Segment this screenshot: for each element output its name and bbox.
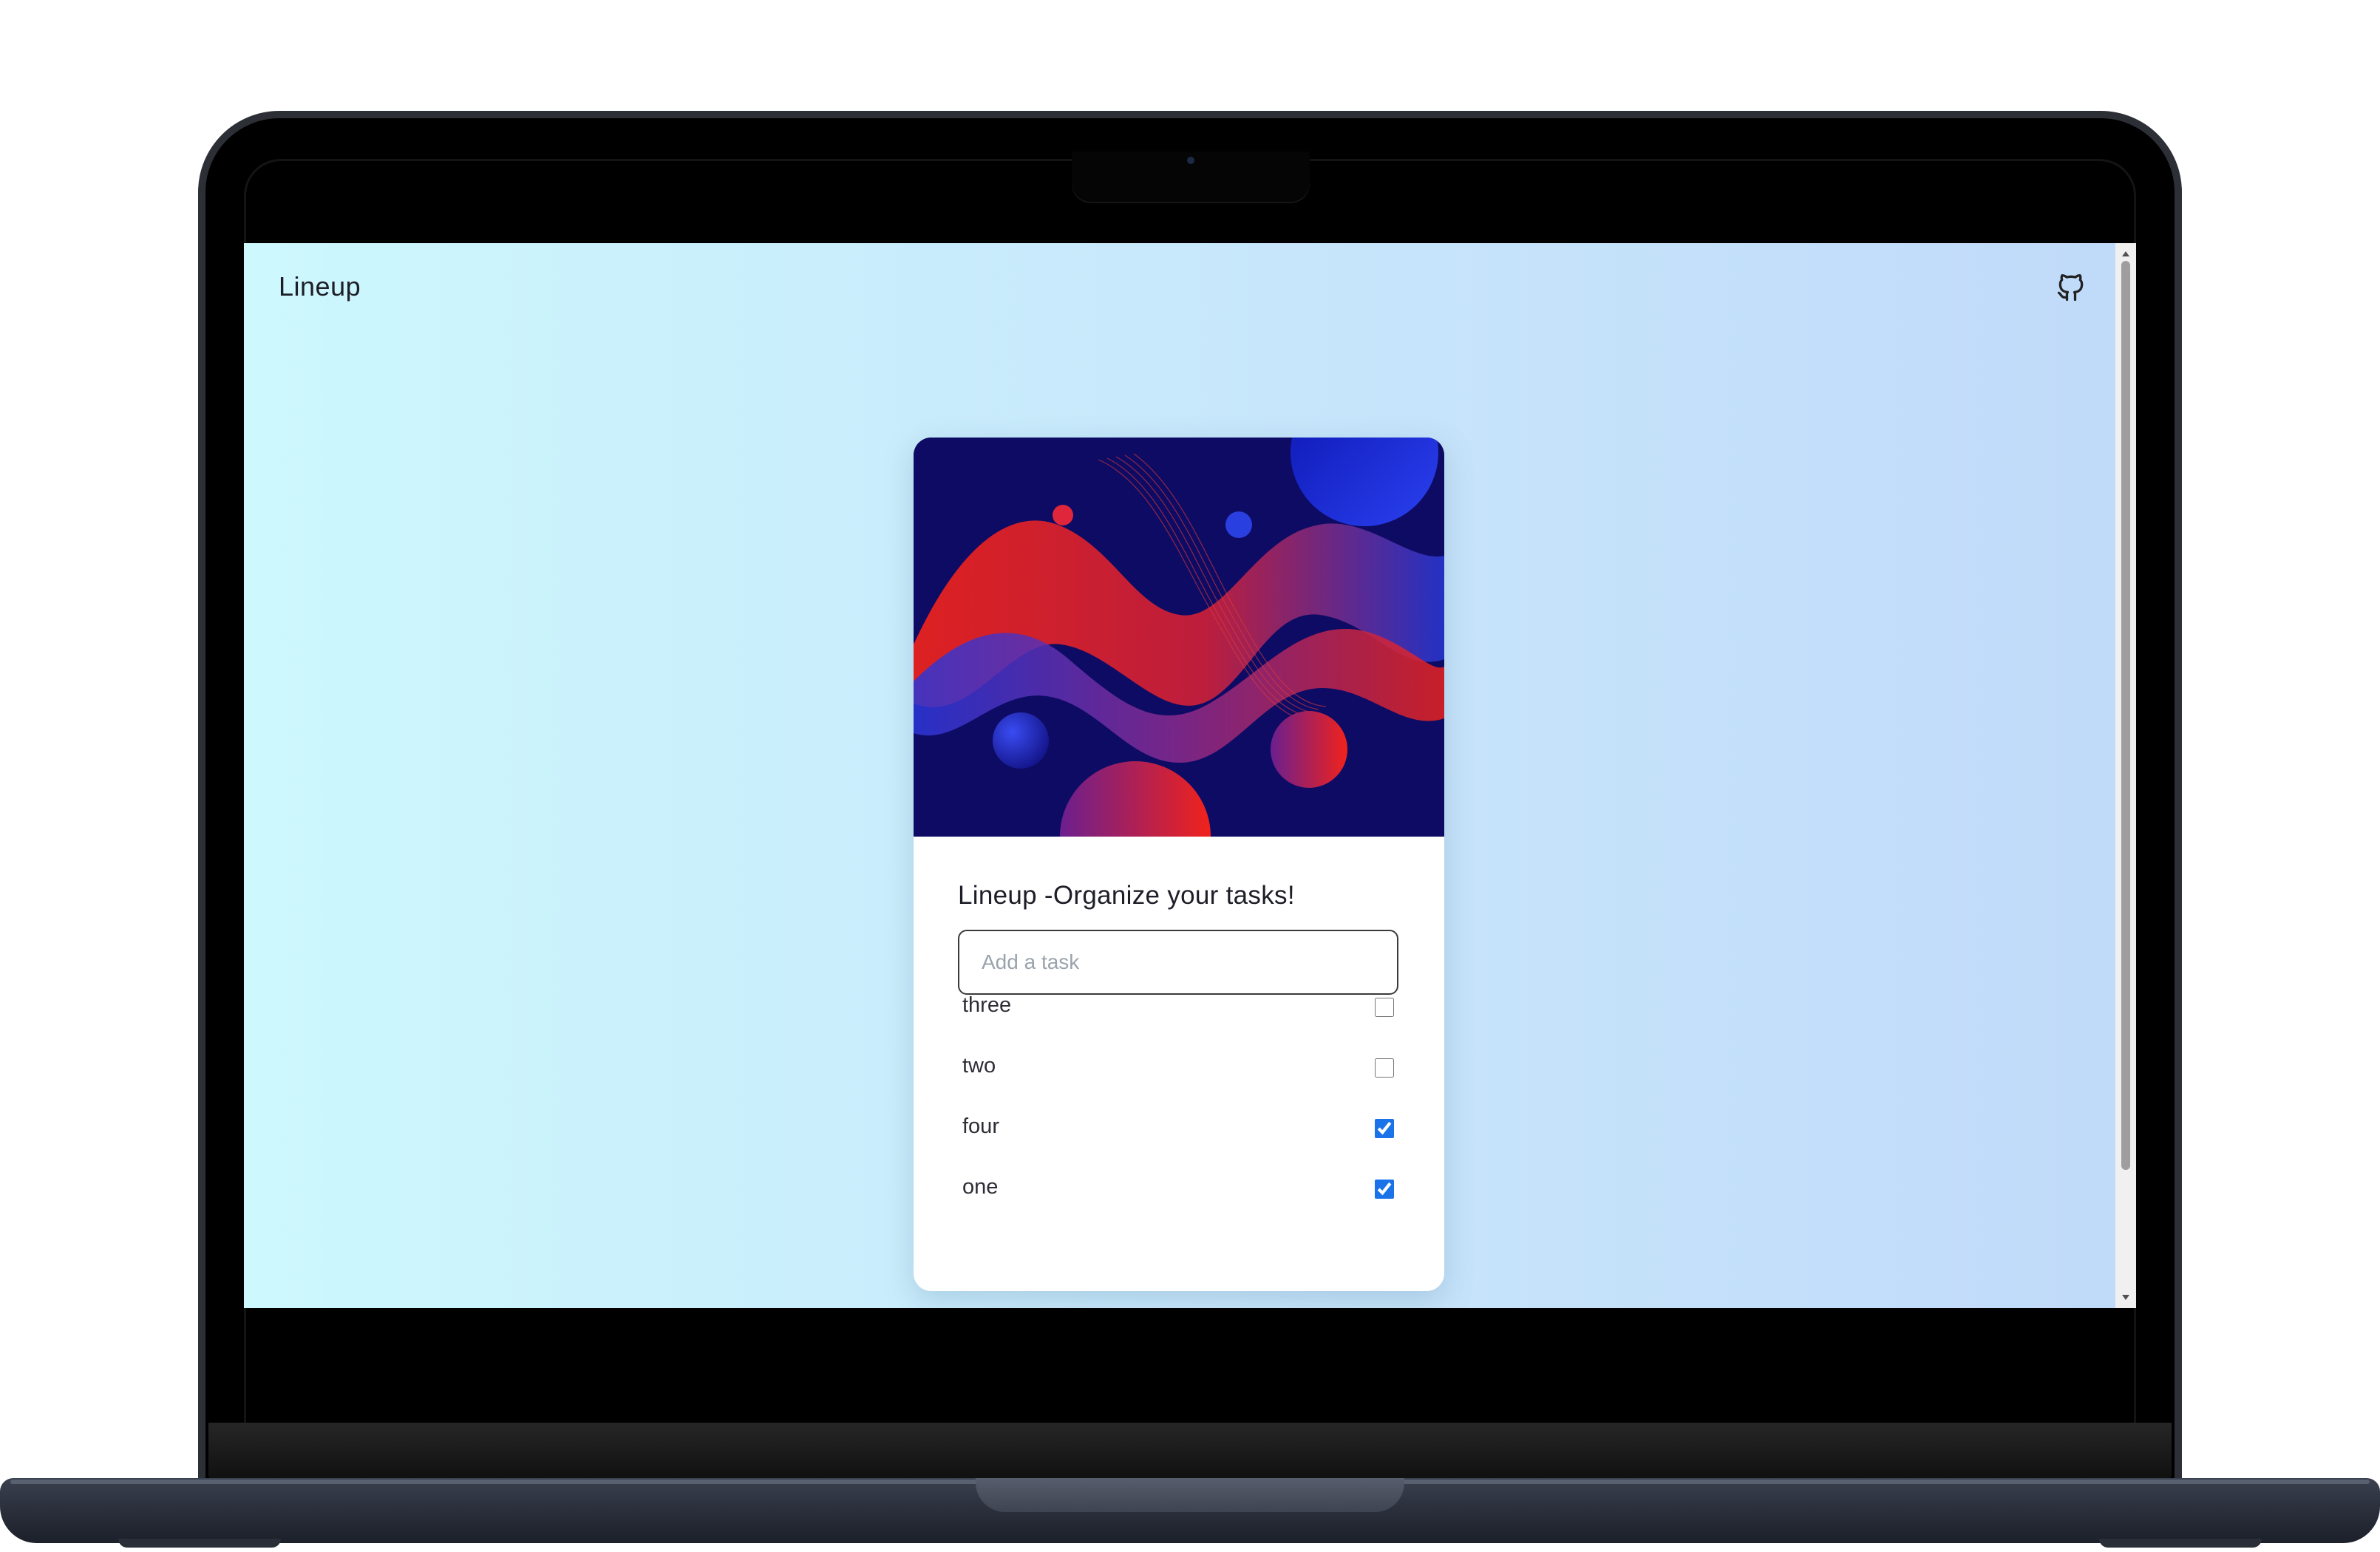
task-item: three <box>962 986 1398 1030</box>
scroll-up-arrow-icon[interactable] <box>2115 248 2136 261</box>
task-checkbox[interactable] <box>1375 998 1394 1017</box>
laptop-opening-notch <box>976 1478 1404 1512</box>
app-screen: Lineup Lineup -Organize your tasks! Add … <box>244 243 2136 1308</box>
task-item: four <box>962 1107 1398 1151</box>
laptop-foot-left <box>118 1539 281 1548</box>
card-heading: Lineup -Organize your tasks! <box>958 881 1295 910</box>
task-item: one <box>962 1168 1398 1212</box>
task-checkbox[interactable] <box>1375 1058 1394 1078</box>
abstract-wave-artwork <box>914 438 1444 837</box>
laptop-foot-right <box>2099 1539 2262 1548</box>
task-label: three <box>962 993 1012 1017</box>
task-checkbox[interactable] <box>1375 1119 1394 1138</box>
scroll-down-arrow-icon[interactable] <box>2115 1290 2136 1304</box>
vertical-scrollbar[interactable] <box>2115 243 2136 1308</box>
scrollbar-thumb[interactable] <box>2121 261 2130 1170</box>
task-item: two <box>962 1046 1398 1091</box>
task-checkbox[interactable] <box>1375 1180 1394 1199</box>
github-icon[interactable] <box>2055 271 2087 304</box>
task-label: one <box>962 1175 999 1199</box>
laptop-hinge <box>208 1423 2172 1480</box>
task-label: four <box>962 1114 999 1138</box>
task-label: two <box>962 1054 996 1078</box>
camera-lens <box>1187 157 1194 164</box>
app-title: Lineup <box>279 271 361 302</box>
add-task-input[interactable] <box>958 930 1398 995</box>
todo-card: Lineup -Organize your tasks! three two f… <box>914 438 1444 1291</box>
